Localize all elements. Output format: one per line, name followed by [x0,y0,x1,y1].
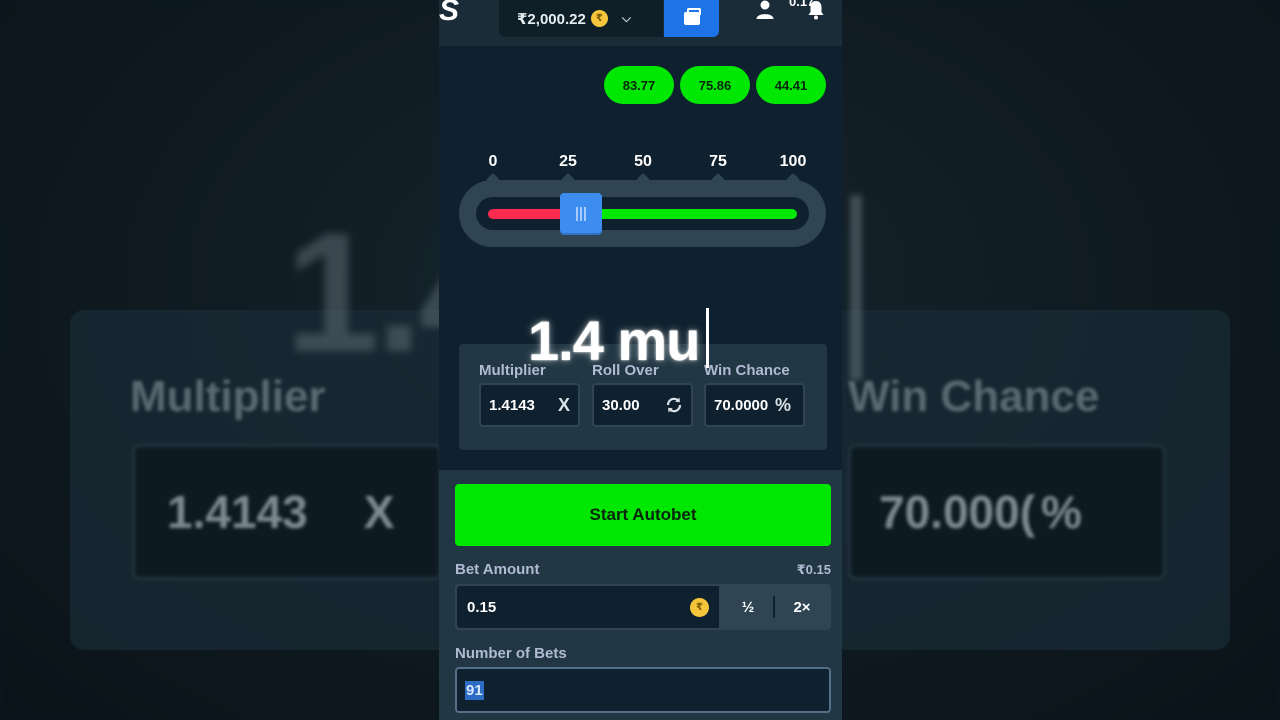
bet-amount-label: Bet Amount [455,561,540,578]
percent-icon: % [774,394,791,415]
video-caption: 1.4 mu [528,309,700,372]
slider-scale: 0 25 50 75 100 [459,153,819,175]
scale-tick: 0 [488,153,498,170]
multiplier-x-icon: X [557,394,570,415]
bet-amount-input[interactable]: 0.15 ₹ [457,586,719,628]
half-bet-button[interactable]: ½ [721,584,775,630]
win-range-track [580,209,797,219]
multiplier-value: 1.4143 [489,396,535,414]
slider-notch [710,172,726,188]
bet-amount-group: 0.15 ₹ ½ 2× [455,584,831,630]
caption-cursor [706,308,709,368]
roll-over-value: 30.00 [602,396,640,414]
slider-track[interactable] [476,193,809,235]
slider-notch [785,172,801,188]
scale-tick: 50 [634,153,652,170]
backdrop-multiplier-field: 1.4143 X [132,444,442,580]
autobet-controls: Start Autobet Bet Amount ₹0.15 0.15 ₹ ½ … [439,470,842,720]
slider-notch [635,172,651,188]
start-autobet-button[interactable]: Start Autobet [455,484,831,546]
dice-game-area: 83.77 75.86 44.41 0 25 50 75 100 Multipl… [439,46,842,470]
win-chance-value: 70.0000 [714,396,769,414]
refresh-icon[interactable] [665,396,683,414]
video-frame: 1.4 Multiplier Win Chance 1.4143 X 70.00… [0,0,1280,720]
slider-notch [485,172,501,188]
phone-screen: S ₹2,000.22 ₹ ⌵ 0.17 83.77 75.86 44.41 0… [439,0,842,720]
win-chance-label: Win Chance [704,362,790,379]
backdrop-win-chance-suffix: % [1041,486,1082,538]
backdrop-multiplier-label: Multiplier [130,372,326,421]
backdrop-multiplier-value: 1.4143 [167,486,308,538]
result-chip[interactable]: 83.77 [604,66,674,104]
backdrop-win-chance-value: 70.000( [879,486,1036,538]
user-icon[interactable] [755,0,775,20]
double-bet-button[interactable]: 2× [775,584,829,630]
wallet-icon [683,8,701,25]
result-chip[interactable]: 44.41 [756,66,826,104]
top-bar: S ₹2,000.22 ₹ ⌵ 0.17 [439,0,842,46]
slider-thumb[interactable] [559,193,602,235]
backdrop-cursor [850,195,862,380]
number-of-bets-label: Number of Bets [455,645,567,662]
result-chip[interactable]: 75.86 [680,66,750,104]
roll-over-field[interactable]: 30.00 [592,383,693,427]
balance-amount: ₹2,000.22 [517,10,586,28]
multiplier-field[interactable]: 1.4143 X [479,383,580,427]
backdrop-win-chance-label: Win Chance [848,372,1100,421]
rupee-coin-icon: ₹ [690,597,709,617]
scale-tick: 25 [559,153,577,170]
win-chance-stat: Win Chance 70.0000 % [704,362,805,427]
roll-slider[interactable] [459,172,826,247]
chevron-down-icon: ⌵ [621,11,631,25]
grip-icon [575,207,586,221]
rupee-coin-icon: ₹ [590,10,608,27]
bet-amount-display: ₹0.15 [796,562,831,577]
slider-notch [560,172,576,188]
scale-tick: 100 [779,153,807,170]
wallet-button[interactable] [664,0,719,37]
win-chance-field[interactable]: 70.0000 % [704,383,805,427]
recent-results: 83.77 75.86 44.41 [604,66,826,104]
balance-selector[interactable]: ₹2,000.22 ₹ ⌵ [499,0,663,37]
bet-amount-value: 0.15 [467,598,497,616]
number-of-bets-value: 91 [465,680,484,700]
brand-logo[interactable]: S [439,0,483,27]
scale-tick: 75 [709,153,727,170]
bell-icon[interactable] [807,0,825,20]
number-of-bets-input[interactable]: 91 [455,667,831,713]
backdrop-win-chance-field: 70.000( % [848,444,1166,580]
backdrop-multiplier-suffix: X [363,486,395,538]
